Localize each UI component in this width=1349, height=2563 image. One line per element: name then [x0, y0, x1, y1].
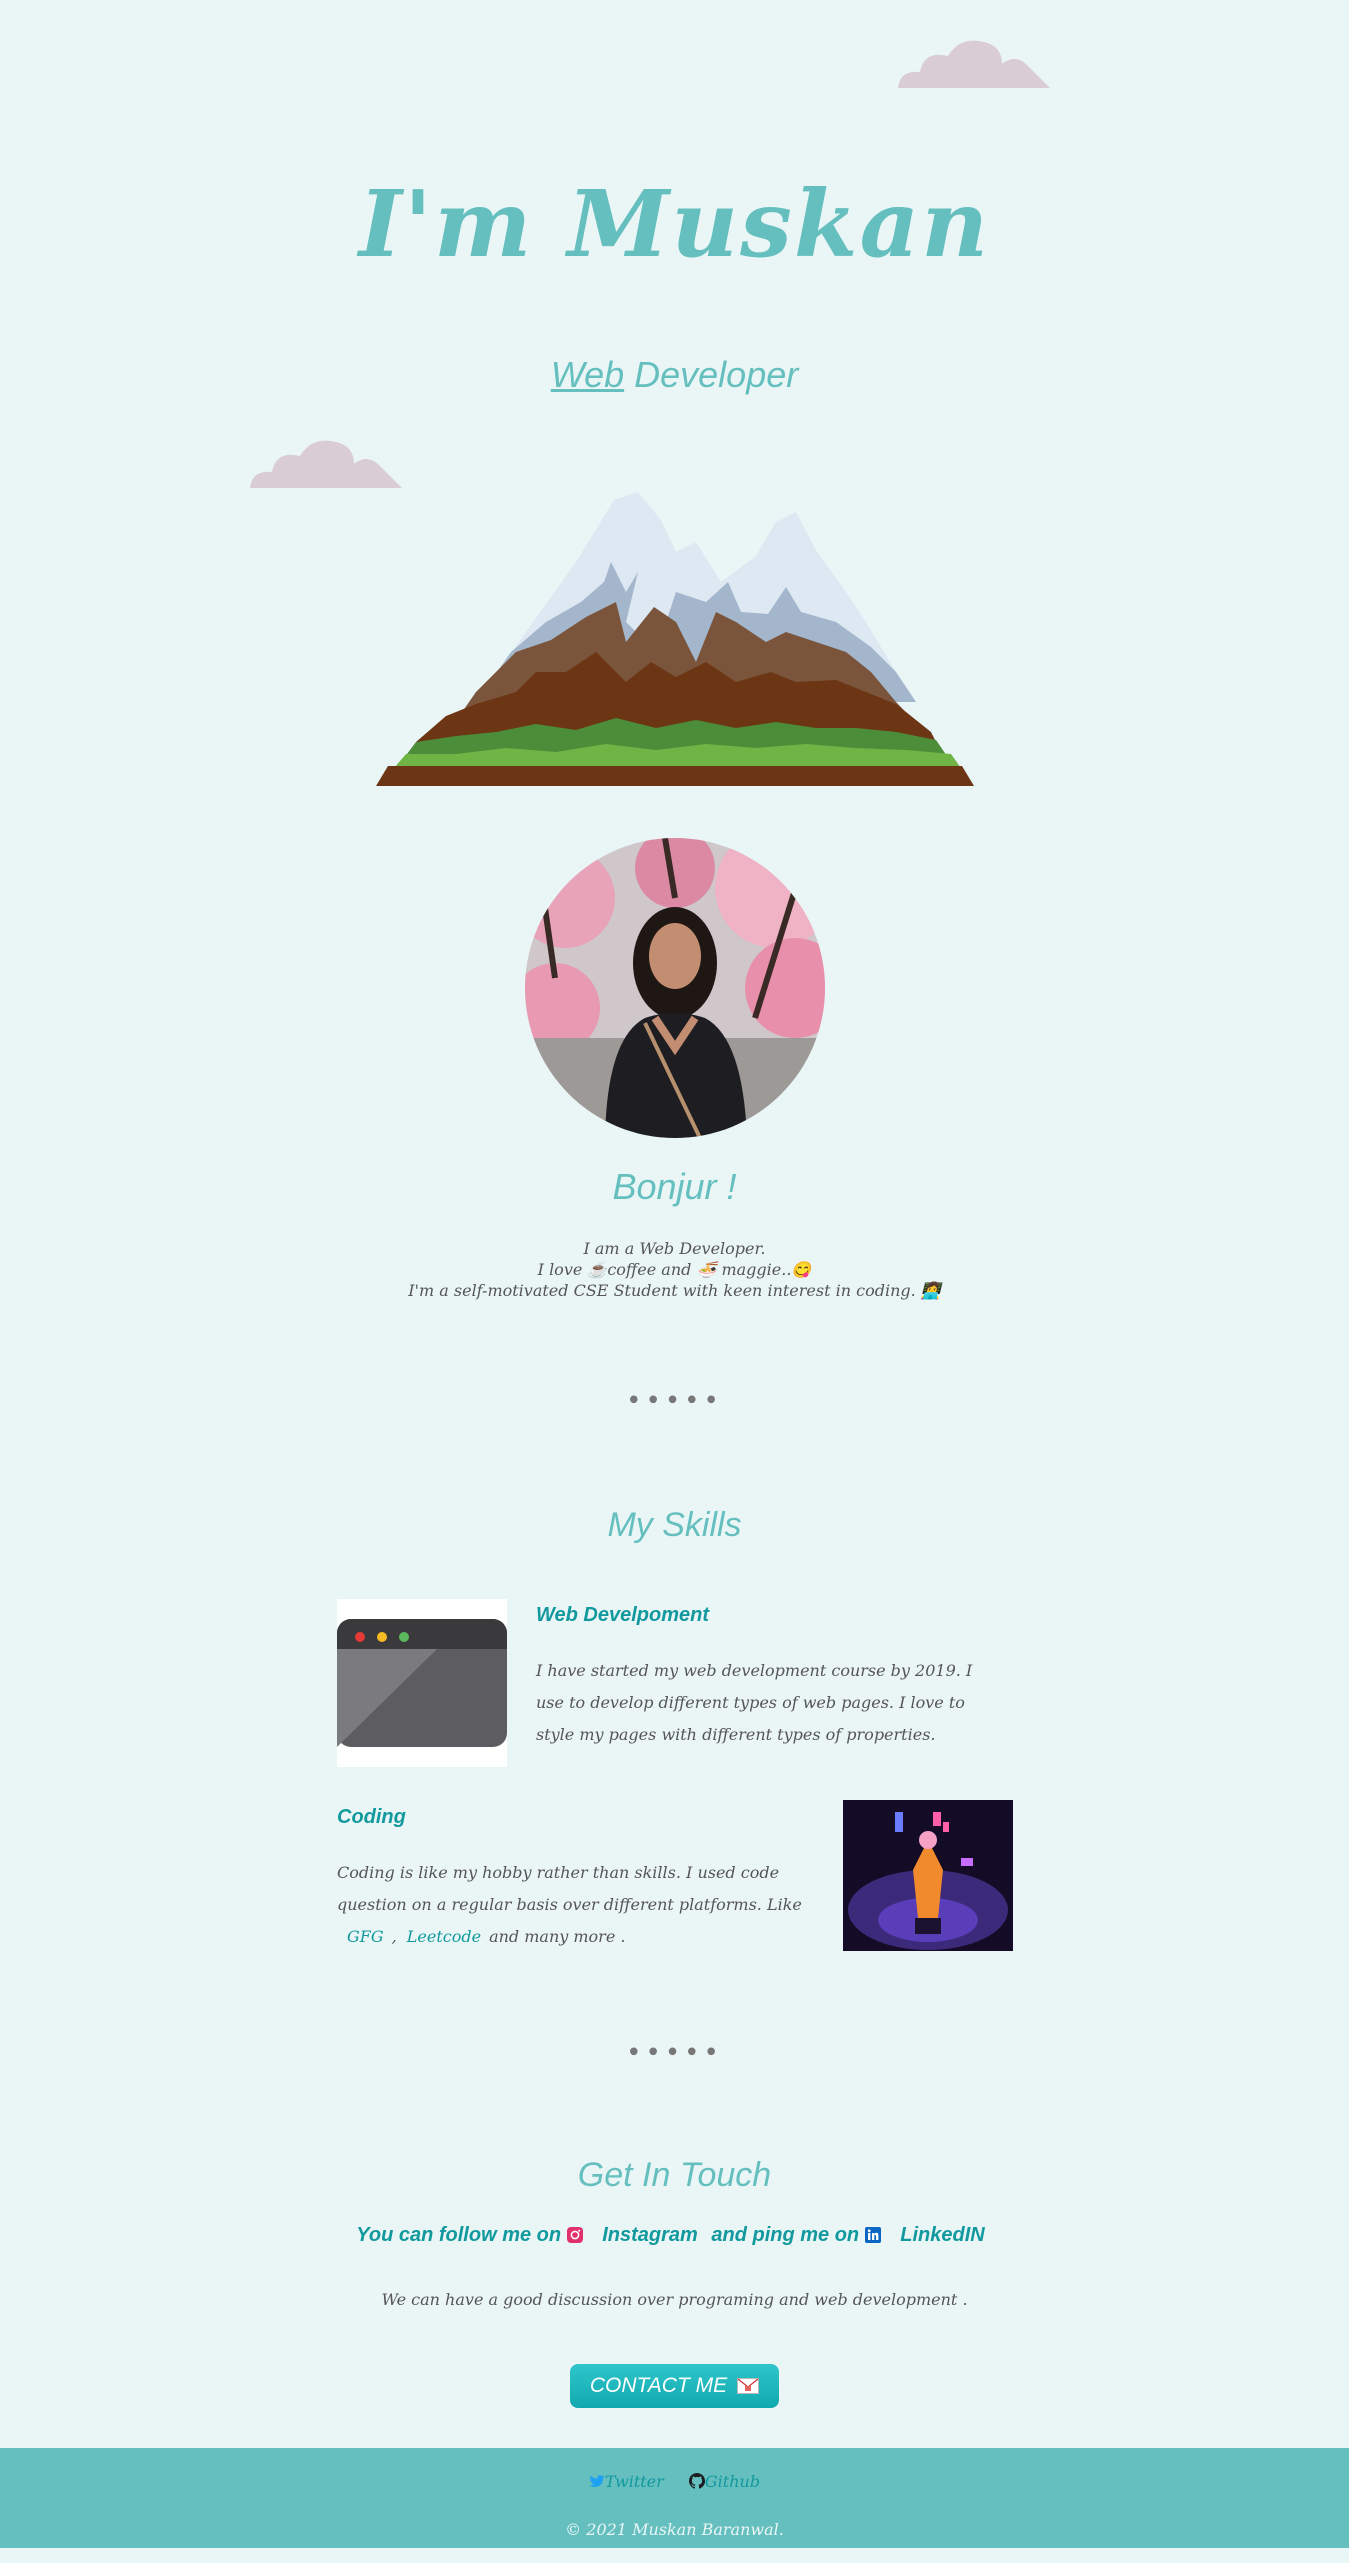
intro-line-3: I'm a self-motivated CSE Student with ke… [408, 1281, 941, 1300]
leetcode-link[interactable]: Leetcode [407, 1927, 481, 1946]
cloud-icon [898, 40, 1050, 88]
browser-window-icon [337, 1599, 507, 1767]
section-divider: ••••• [626, 1386, 723, 1416]
copyright: © 2021 Muskan Baranwal. [565, 2520, 784, 2539]
web-development-heading: Web Develpoment [536, 1604, 709, 1626]
hero-section: I'm Muskan Web Developer [0, 0, 1349, 810]
intro-line-2: I love ☕coffee and 🍜 maggie..😋 [537, 1260, 812, 1279]
cloud-icon [250, 440, 402, 488]
page-title: I'm Muskan [358, 170, 991, 278]
github-link[interactable]: Github [688, 2472, 760, 2491]
twitter-link[interactable]: Twitter [588, 2472, 664, 2491]
web-development-text: I have started my web development course… [536, 1661, 973, 1744]
gfg-link[interactable]: GFG [347, 1927, 384, 1946]
linkedin-icon [864, 2227, 881, 2243]
skills-title: My Skills [607, 1506, 742, 1544]
linkedin-link[interactable]: LinkedIN [900, 2224, 984, 2246]
coding-heading: Coding [337, 1806, 406, 1828]
intro-line-1: I am a Web Developer. [583, 1239, 766, 1258]
footer-links: Twitter Github [0, 2472, 1349, 2491]
subtitle-rest: Developer [624, 354, 799, 395]
avatar [525, 838, 825, 1138]
contact-me-button[interactable]: CONTACT ME [570, 2364, 779, 2408]
coding-illustration [843, 1800, 1013, 1951]
twitter-icon [588, 2475, 605, 2487]
instagram-icon [566, 2227, 583, 2243]
social-follow-line: You can follow me on Instagram and ping … [356, 2224, 985, 2246]
maggie-icon: 🍜 [696, 1260, 717, 1279]
contact-title: Get In Touch [577, 2156, 772, 2194]
envelope-icon [737, 2378, 760, 2394]
discussion-text: We can have a good discussion over progr… [381, 2290, 968, 2309]
footer: Twitter Github © 2021 Muskan Baranwal. [0, 2448, 1349, 2548]
coffee-icon: ☕ [587, 1260, 608, 1279]
yum-face-icon: 😋 [791, 1260, 812, 1279]
page-subtitle: Web Developer [0, 354, 1349, 396]
coding-text: Coding is like my hobby rather than skil… [337, 1863, 802, 1946]
instagram-link[interactable]: Instagram [602, 2224, 698, 2246]
web-link[interactable]: Web [551, 354, 624, 395]
mountain-illustration [376, 492, 974, 786]
github-icon [688, 2473, 705, 2489]
laptop-person-icon: 👩‍💻 [920, 1281, 941, 1300]
section-divider: ••••• [626, 2038, 723, 2068]
greeting-heading: Bonjur ! [612, 1166, 737, 1207]
intro-text: I am a Web Developer. I love ☕coffee and… [0, 1238, 1349, 1301]
